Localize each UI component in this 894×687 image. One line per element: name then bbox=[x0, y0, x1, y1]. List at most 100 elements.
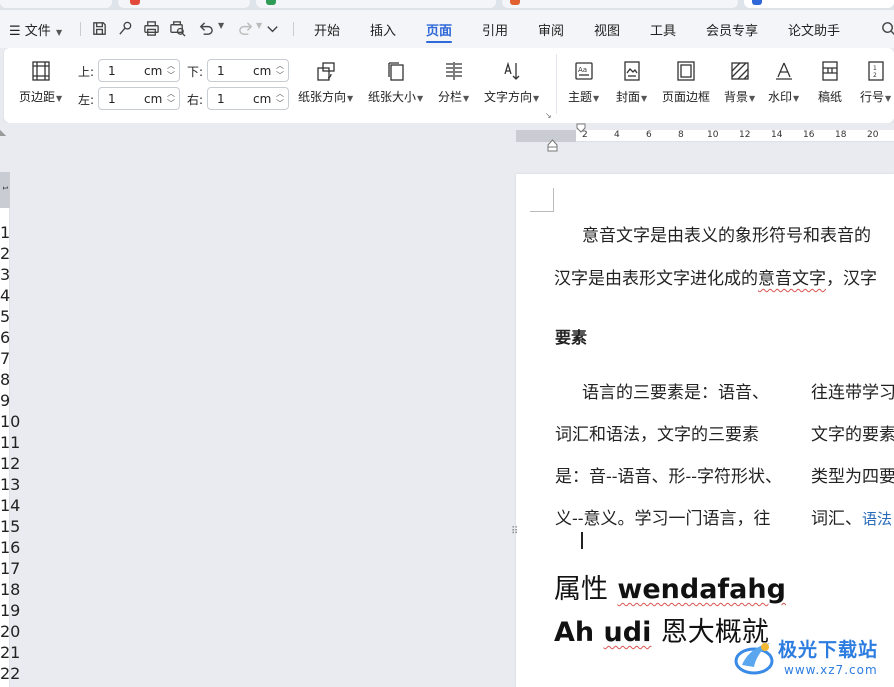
chevron-down-icon: ▼ bbox=[56, 94, 63, 103]
column1-line[interactable]: 词汇和语法，文字的三要素 bbox=[555, 420, 759, 445]
pdf-tab-icon bbox=[130, 0, 140, 5]
active-window-tab[interactable] bbox=[744, 0, 894, 8]
text-direction-button[interactable]: 文字方向▼ bbox=[484, 60, 539, 105]
save-icon[interactable] bbox=[91, 20, 108, 37]
more-chevron-icon[interactable] bbox=[264, 20, 281, 37]
decrement-icon[interactable]: ﹀ bbox=[167, 72, 175, 80]
drag-handle-icon[interactable]: ⠿ bbox=[511, 527, 518, 537]
right-margin-label: 右: bbox=[187, 93, 204, 107]
ruler-tick: 10 bbox=[707, 130, 719, 140]
chevron-down-icon: ▼ bbox=[749, 94, 756, 103]
redo-dropdown-icon[interactable]: ▼ bbox=[256, 21, 262, 30]
undo-dropdown-icon[interactable]: ▼ bbox=[218, 21, 224, 30]
increment-icon[interactable]: ︿ bbox=[276, 62, 284, 70]
manuscript-button[interactable]: 稿纸 bbox=[818, 60, 842, 105]
dialog-launcher-icon[interactable]: ↘ bbox=[545, 111, 552, 120]
chevron-down-icon: ▼ bbox=[55, 28, 63, 37]
background-button[interactable]: 背景▼ bbox=[724, 60, 755, 105]
margins-label: 页边距 bbox=[19, 90, 56, 104]
theme-icon: Aa bbox=[574, 62, 593, 80]
ruler-tick: 20 bbox=[0, 622, 21, 641]
column2-line[interactable]: 往连带学习 bbox=[811, 378, 894, 403]
orientation-button[interactable]: 纸张方向▼ bbox=[298, 60, 353, 105]
paper-size-button[interactable]: 纸张大小▼ bbox=[368, 60, 423, 105]
column2-line[interactable]: 文字的要素 bbox=[811, 420, 894, 445]
ruler-tick: 16 bbox=[0, 538, 21, 557]
svg-text:2: 2 bbox=[873, 72, 877, 79]
ruler-tick: 2 bbox=[0, 244, 11, 263]
increment-icon[interactable]: ︿ bbox=[276, 90, 284, 98]
ruler-tick: 14 bbox=[0, 496, 21, 515]
tab-thesis-assistant[interactable]: 论文助手 bbox=[788, 20, 840, 39]
section-heading[interactable]: 要素 bbox=[555, 324, 587, 348]
window-tab[interactable] bbox=[256, 0, 496, 8]
column1-line[interactable]: 义--意义。学习一门语言，往 bbox=[555, 504, 771, 529]
increment-icon[interactable]: ︿ bbox=[167, 90, 175, 98]
ruler-tick: 6 bbox=[0, 328, 11, 347]
cover-button[interactable]: 封面▼ bbox=[616, 60, 647, 105]
tab-view[interactable]: 视图 bbox=[594, 20, 620, 39]
page-border-button[interactable]: 页面边框 bbox=[662, 60, 710, 105]
left-indent-icon[interactable] bbox=[547, 139, 558, 152]
tab-insert[interactable]: 插入 bbox=[370, 20, 396, 39]
large-text-line[interactable]: 属性 wendafahg bbox=[554, 567, 786, 606]
column1-line[interactable]: 语言的三要素是：语音、 bbox=[582, 378, 769, 403]
divider bbox=[293, 22, 294, 36]
orientation-label: 纸张方向 bbox=[298, 90, 347, 104]
search-icon[interactable] bbox=[880, 20, 894, 37]
ruler-tick: 6 bbox=[646, 130, 652, 140]
column2-line[interactable]: 类型为四要 bbox=[811, 462, 894, 487]
decrement-icon[interactable]: ﹀ bbox=[276, 100, 284, 108]
paragraph-line[interactable]: 汉字是由表形文字进化成的意音文字，汉字 bbox=[554, 264, 877, 289]
ruler-tick: 18 bbox=[835, 130, 847, 140]
bottom-margin-field[interactable]: 1 cm ︿ ﹀ bbox=[207, 59, 289, 82]
margins-button[interactable]: 页边距▼ bbox=[19, 60, 62, 105]
background-label: 背景 bbox=[724, 90, 749, 104]
window-tab[interactable] bbox=[0, 0, 112, 8]
top-margin-field[interactable]: 1 cm ︿ ﹀ bbox=[98, 59, 180, 82]
tab-home[interactable]: 开始 bbox=[314, 20, 340, 39]
decrement-icon[interactable]: ﹀ bbox=[167, 100, 175, 108]
tab-review[interactable]: 审阅 bbox=[538, 20, 564, 39]
line-number-button[interactable]: 12 行号▼ bbox=[860, 60, 891, 105]
undo-icon[interactable] bbox=[197, 20, 214, 37]
top-margin-value: 1 bbox=[108, 64, 116, 78]
decrement-icon[interactable]: ﹀ bbox=[276, 72, 284, 80]
site-watermark: 极光下载站 www.xz7.com bbox=[732, 633, 892, 685]
columns-button[interactable]: 分栏▼ bbox=[438, 60, 469, 105]
ribbon-toolbar: 页边距▼ 上: 1 cm ︿ ﹀ 下: 1 cm ︿ ﹀ 左: 1 cm ︿ ﹀… bbox=[4, 48, 894, 123]
hyperlink-text[interactable]: 语法 bbox=[862, 510, 892, 528]
ruler-corner[interactable]: ◣ bbox=[0, 128, 6, 137]
columns-label: 分栏 bbox=[438, 90, 463, 104]
column1-line[interactable]: 是：音--语音、形--字符形状、 bbox=[555, 462, 782, 487]
chevron-down-icon: ▼ bbox=[885, 94, 892, 103]
first-line-indent-icon[interactable] bbox=[576, 123, 586, 133]
brush-icon[interactable] bbox=[117, 20, 134, 37]
left-margin-field[interactable]: 1 cm ︿ ﹀ bbox=[98, 87, 180, 110]
column2-line[interactable]: 词汇、语法 bbox=[811, 504, 892, 529]
redo-icon[interactable] bbox=[238, 20, 255, 37]
manuscript-icon bbox=[822, 61, 838, 81]
file-menu[interactable]: ☰ 文件 ▼ bbox=[9, 20, 62, 39]
tab-member[interactable]: 会员专享 bbox=[706, 20, 758, 39]
columns-icon bbox=[445, 62, 462, 80]
menu-bar: ☰ 文件 ▼ ▼ ▼ 开始 插入 页面 引用 审阅 视图 工具 会员专享 论文助… bbox=[0, 10, 894, 48]
theme-button[interactable]: Aa 主题▼ bbox=[568, 60, 599, 105]
increment-icon[interactable]: ︿ bbox=[167, 62, 175, 70]
tab-tools[interactable]: 工具 bbox=[650, 20, 676, 39]
watermark-button[interactable]: 水印▼ bbox=[768, 60, 799, 105]
paragraph-line[interactable]: 意音文字是由表义的象形符号和表音的 bbox=[582, 221, 871, 246]
chevron-down-icon: ▼ bbox=[417, 94, 424, 103]
tab-page[interactable]: 页面 bbox=[426, 20, 452, 39]
background-icon bbox=[730, 62, 749, 80]
ruler-tick: 3 bbox=[0, 265, 11, 284]
right-margin-field[interactable]: 1 cm ︿ ﹀ bbox=[207, 87, 289, 110]
left-margin-value: 1 bbox=[108, 92, 116, 106]
ruler-tick: 11 bbox=[0, 433, 21, 452]
window-tab[interactable] bbox=[502, 0, 738, 8]
print-icon[interactable] bbox=[143, 20, 160, 37]
tab-references[interactable]: 引用 bbox=[482, 20, 508, 39]
page-orientation-icon bbox=[316, 62, 335, 81]
ruler-tick: 22 bbox=[0, 664, 21, 683]
print-preview-icon[interactable] bbox=[169, 20, 186, 37]
